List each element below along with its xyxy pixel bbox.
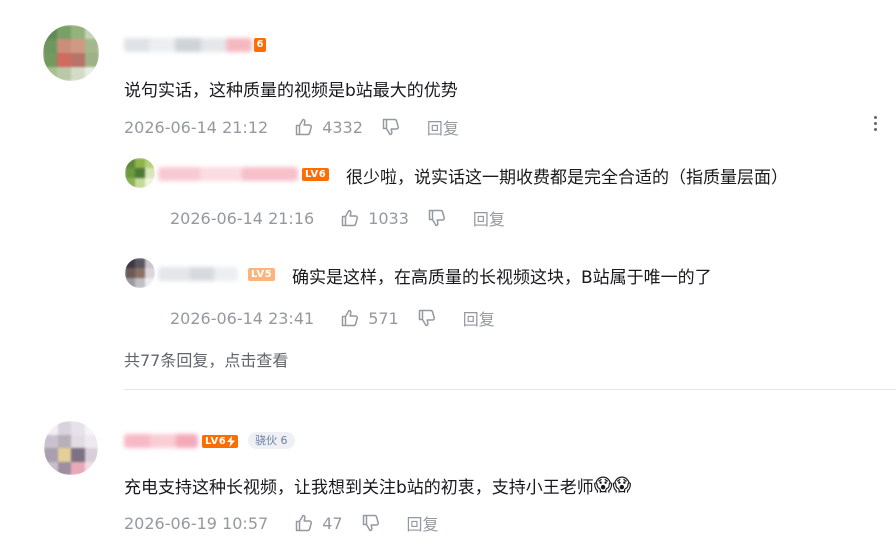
like-count: 1033: [368, 208, 409, 228]
reply-meta: 2026-06-14 23:41 571 回复: [170, 306, 495, 330]
reply-button[interactable]: 回复: [407, 511, 439, 535]
comment-text: 说句实话，这种质量的视频是b站最大的优势: [124, 81, 458, 101]
username[interactable]: 6: [124, 38, 266, 52]
thumb-down-icon: [417, 308, 437, 328]
comment-text: 充电支持这种长视频，让我想到关注b站的初衷，支持小王老师 😱😱: [124, 473, 631, 498]
thumb-up-icon: [294, 117, 314, 137]
view-more-replies[interactable]: 共77条回复，点击查看: [124, 347, 288, 371]
dislike-button[interactable]: [381, 117, 401, 137]
thumb-down-icon: [381, 117, 401, 137]
like-button[interactable]: 4332: [294, 117, 363, 137]
scream-emoji-icon: 😱😱: [593, 475, 632, 496]
thumb-up-icon: [340, 308, 360, 328]
thumb-down-icon: [361, 513, 381, 533]
comment-time: 2026-06-14 21:12: [124, 117, 269, 137]
comment-body: 充电支持这种长视频，让我想到关注b站的初衷，支持小王老师: [124, 478, 594, 498]
like-button[interactable]: 47: [294, 513, 343, 533]
level-badge: LV6: [302, 168, 330, 181]
reply-button[interactable]: 回复: [473, 206, 505, 230]
dislike-button[interactable]: [361, 513, 381, 533]
avatar[interactable]: [43, 25, 99, 81]
dislike-button[interactable]: [417, 308, 437, 328]
thumb-up-icon: [340, 208, 360, 228]
reply-time: 2026-06-14 21:16: [170, 208, 315, 228]
fan-badge: 骁伙 6: [248, 432, 295, 449]
reply-avatar[interactable]: [125, 158, 155, 188]
reply-button[interactable]: 回复: [427, 115, 459, 139]
thumb-up-icon: [294, 513, 314, 533]
username[interactable]: [124, 434, 198, 448]
level-badge: LV5: [248, 268, 276, 281]
more-menu-icon[interactable]: [872, 116, 878, 134]
dislike-button[interactable]: [427, 208, 447, 228]
like-count: 47: [322, 513, 343, 533]
lightning-icon: [227, 436, 236, 447]
reply-username[interactable]: [158, 267, 238, 281]
like-button[interactable]: 1033: [340, 208, 409, 228]
like-button[interactable]: 571: [340, 308, 399, 328]
comment-meta: 2026-06-14 21:12 4332 回复: [124, 115, 459, 139]
reply-time: 2026-06-14 23:41: [170, 308, 315, 328]
comment-meta: 2026-06-19 10:57 47 回复: [124, 511, 439, 535]
comment-time: 2026-06-19 10:57: [124, 513, 269, 533]
reply-button[interactable]: 回复: [463, 306, 495, 330]
like-count: 571: [368, 308, 399, 328]
reply-meta: 2026-06-14 21:16 1033 回复: [170, 206, 505, 230]
level-badge: 6: [254, 38, 266, 52]
avatar[interactable]: [44, 421, 98, 475]
divider: [124, 389, 896, 390]
level-badge: LV6: [202, 435, 239, 448]
like-count: 4332: [322, 117, 363, 137]
reply-text: 很少啦，说实话这一期收费都是完全合适的（指质量层面）: [346, 168, 788, 188]
thumb-down-icon: [427, 208, 447, 228]
reply-text: 确实是这样，在高质量的长视频这块，B站属于唯一的了: [292, 268, 712, 288]
reply-username[interactable]: [158, 167, 298, 181]
reply-avatar[interactable]: [125, 258, 155, 288]
level-label: LV6: [205, 436, 227, 447]
